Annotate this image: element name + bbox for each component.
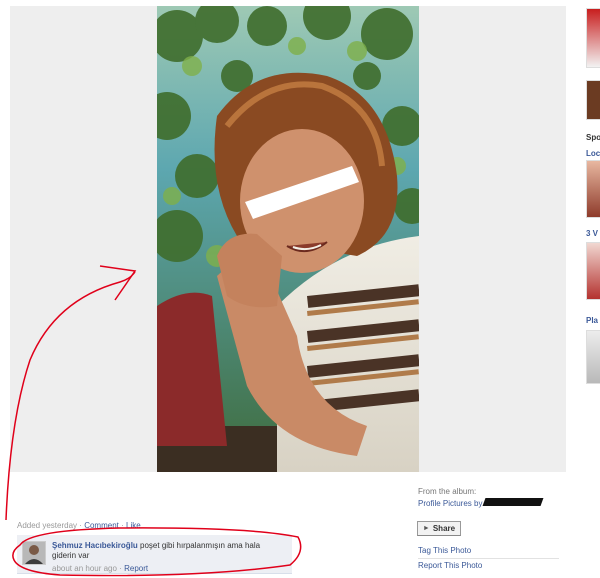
ad-title[interactable]: 3 V bbox=[586, 229, 598, 238]
ad-title[interactable]: Loc bbox=[586, 149, 600, 158]
avatar[interactable] bbox=[22, 541, 46, 565]
ad-image[interactable] bbox=[586, 242, 600, 300]
ad-image[interactable] bbox=[586, 8, 600, 68]
share-label: Share bbox=[432, 524, 456, 533]
share-button[interactable]: ► Share bbox=[417, 521, 461, 536]
separator: · bbox=[121, 521, 124, 530]
photo-meta: Added yesterday · Comment · Like bbox=[17, 521, 141, 530]
album-name-link[interactable]: Profile Pictures by bbox=[418, 499, 482, 508]
avatar-image bbox=[23, 542, 45, 564]
photo-content bbox=[157, 6, 419, 472]
added-time: Added yesterday bbox=[17, 521, 78, 530]
ad-image[interactable] bbox=[586, 160, 600, 218]
tag-photo-link[interactable]: Tag This Photo bbox=[418, 546, 471, 555]
comment-body: Şehmuz Hacıbekiroğlu poşet gibi hırpalan… bbox=[52, 541, 282, 561]
ad-title[interactable]: Pla bbox=[586, 316, 598, 325]
like-link[interactable]: Like bbox=[126, 521, 141, 530]
ad-title[interactable]: Spo bbox=[586, 133, 600, 142]
report-comment-link[interactable]: Report bbox=[124, 564, 148, 573]
separator: · bbox=[119, 564, 122, 573]
comment-item: Şehmuz Hacıbekiroğlu poşet gibi hırpalan… bbox=[17, 535, 292, 574]
comment-link[interactable]: Comment bbox=[84, 521, 119, 530]
ad-image[interactable] bbox=[586, 330, 600, 384]
comment-time: about an hour ago bbox=[52, 564, 117, 573]
comment-author[interactable]: Şehmuz Hacıbekiroğlu bbox=[52, 541, 138, 550]
share-icon: ► bbox=[422, 525, 430, 532]
divider bbox=[418, 558, 559, 559]
comment-meta: about an hour ago · Report bbox=[52, 564, 148, 573]
ad-image[interactable] bbox=[586, 80, 600, 120]
redacted-owner-name bbox=[482, 498, 544, 506]
right-ads-column: Spo Loc 3 V Pla bbox=[584, 0, 600, 578]
album-from-label: From the album: bbox=[418, 487, 477, 496]
separator: · bbox=[79, 521, 82, 530]
report-photo-link[interactable]: Report This Photo bbox=[418, 561, 482, 570]
photo-image[interactable] bbox=[157, 6, 419, 472]
